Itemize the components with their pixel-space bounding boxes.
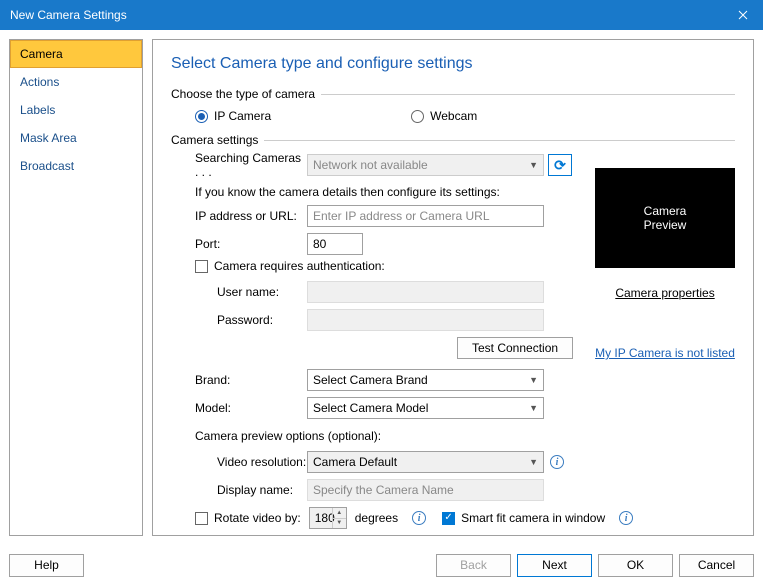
searching-label: Searching Cameras . . . — [171, 151, 307, 179]
sidebar: Camera Actions Labels Mask Area Broadcas… — [9, 39, 143, 536]
port-label: Port: — [171, 237, 307, 251]
test-connection-button[interactable]: Test Connection — [457, 337, 573, 359]
camera-preview-box: Camera Preview — [595, 168, 735, 268]
main-panel: Select Camera type and configure setting… — [152, 39, 754, 536]
password-label: Password: — [171, 313, 307, 327]
radio-ip-camera-label: IP Camera — [214, 109, 271, 123]
degrees-label: degrees — [355, 511, 398, 525]
model-value: Select Camera Model — [313, 401, 428, 415]
spinner-buttons[interactable]: ▲▼ — [332, 508, 346, 528]
refresh-button[interactable]: ⟳ — [548, 154, 572, 176]
chevron-down-icon: ▼ — [529, 403, 538, 413]
model-select[interactable]: Select Camera Model ▼ — [307, 397, 544, 419]
chevron-down-icon: ▼ — [529, 160, 538, 170]
cancel-button[interactable]: Cancel — [679, 554, 754, 577]
network-camera-select[interactable]: Network not available ▼ — [307, 154, 544, 176]
chevron-down-icon: ▼ — [529, 375, 538, 385]
camera-not-listed-link[interactable]: My IP Camera is not listed — [595, 346, 735, 360]
spinner-down-icon: ▼ — [332, 519, 346, 529]
know-hint: If you know the camera details then conf… — [171, 185, 500, 199]
smartfit-checkbox[interactable]: ✓ Smart fit camera in window — [442, 511, 605, 525]
rotate-degrees-input[interactable]: 180 ▲▼ — [309, 507, 347, 529]
back-button[interactable]: Back — [436, 554, 511, 577]
ip-label: IP address or URL: — [171, 209, 307, 223]
titlebar[interactable]: New Camera Settings — [0, 0, 763, 30]
sidebar-item-labels[interactable]: Labels — [10, 96, 142, 124]
sidebar-item-broadcast[interactable]: Broadcast — [10, 152, 142, 180]
help-button[interactable]: Help — [9, 554, 84, 577]
radio-icon-checked — [195, 110, 208, 123]
brand-value: Select Camera Brand — [313, 373, 428, 387]
model-label: Model: — [171, 401, 307, 415]
preview-opts-label: Camera preview options (optional): — [195, 429, 381, 443]
auth-checkbox[interactable]: Camera requires authentication: — [195, 259, 385, 273]
chevron-down-icon: ▼ — [529, 457, 538, 467]
info-icon[interactable]: i — [550, 455, 564, 469]
close-button[interactable] — [723, 0, 763, 30]
radio-ip-camera[interactable]: IP Camera — [195, 109, 271, 123]
footer: Help Back Next OK Cancel — [0, 545, 763, 585]
checkbox-icon-checked: ✓ — [442, 512, 455, 525]
brand-label: Brand: — [171, 373, 307, 387]
resolution-select[interactable]: Camera Default ▼ — [307, 451, 544, 473]
network-camera-value: Network not available — [313, 158, 428, 172]
camera-settings-group: Camera settings — [171, 133, 735, 141]
radio-icon-unchecked — [411, 110, 424, 123]
next-button[interactable]: Next — [517, 554, 592, 577]
resolution-label: Video resolution: — [171, 455, 307, 469]
radio-webcam[interactable]: Webcam — [411, 109, 477, 123]
username-input[interactable] — [307, 281, 544, 303]
refresh-icon: ⟳ — [554, 157, 566, 174]
window-title: New Camera Settings — [10, 8, 127, 22]
checkbox-icon-unchecked — [195, 512, 208, 525]
ip-input[interactable] — [307, 205, 544, 227]
page-title: Select Camera type and configure setting… — [171, 55, 735, 73]
smartfit-label: Smart fit camera in window — [461, 511, 605, 525]
sidebar-item-mask-area[interactable]: Mask Area — [10, 124, 142, 152]
close-icon — [738, 10, 748, 20]
resolution-value: Camera Default — [313, 455, 397, 469]
info-icon[interactable]: i — [619, 511, 633, 525]
auth-label: Camera requires authentication: — [214, 259, 385, 273]
group-legend-settings: Camera settings — [171, 133, 264, 147]
preview-pane: Camera Preview Camera properties My IP C… — [595, 168, 735, 360]
port-input[interactable] — [307, 233, 363, 255]
radio-webcam-label: Webcam — [430, 109, 477, 123]
spinner-up-icon: ▲ — [332, 508, 346, 519]
content-area: Camera Actions Labels Mask Area Broadcas… — [0, 30, 763, 545]
username-label: User name: — [171, 285, 307, 299]
camera-type-group: Choose the type of camera IP Camera Webc… — [171, 87, 735, 127]
brand-select[interactable]: Select Camera Brand ▼ — [307, 369, 544, 391]
checkbox-icon-unchecked — [195, 260, 208, 273]
display-name-input[interactable] — [307, 479, 544, 501]
sidebar-item-actions[interactable]: Actions — [10, 68, 142, 96]
display-name-label: Display name: — [171, 483, 307, 497]
info-icon[interactable]: i — [412, 511, 426, 525]
sidebar-item-camera[interactable]: Camera — [10, 40, 142, 68]
password-input[interactable] — [307, 309, 544, 331]
ok-button[interactable]: OK — [598, 554, 673, 577]
rotate-checkbox[interactable]: Rotate video by: — [195, 511, 301, 525]
group-legend-type: Choose the type of camera — [171, 87, 321, 101]
camera-preview-text: Camera Preview — [644, 204, 687, 232]
rotate-label: Rotate video by: — [214, 511, 301, 525]
camera-properties-link[interactable]: Camera properties — [595, 286, 735, 300]
